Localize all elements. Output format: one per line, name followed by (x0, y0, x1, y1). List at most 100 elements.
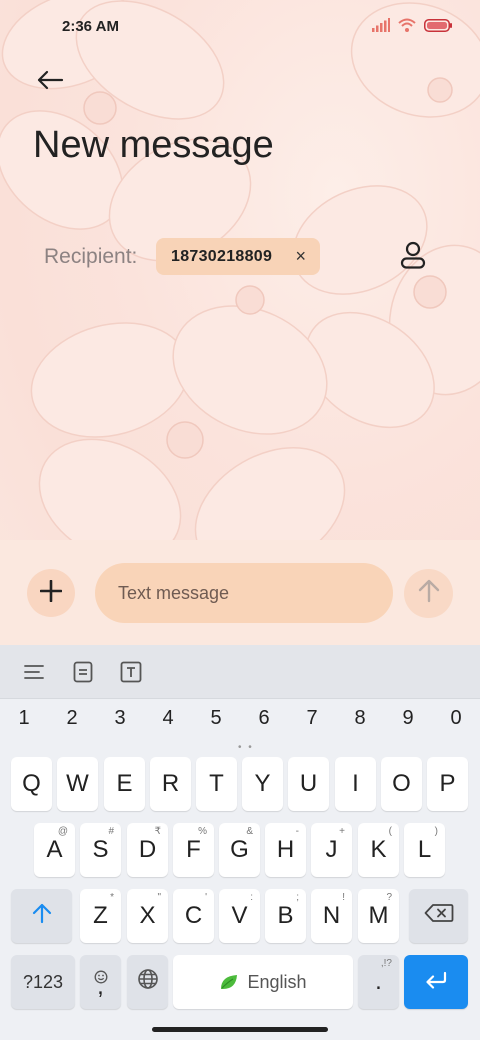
key-label: H (276, 836, 295, 863)
number-key-9[interactable]: 9 (393, 707, 423, 730)
key-symbol-hint: @ (57, 826, 68, 837)
key-q[interactable]: Q (11, 757, 52, 811)
key-f[interactable]: % F (173, 823, 214, 877)
key-symbol-hint: % (198, 826, 207, 837)
key-z[interactable]: * Z (80, 889, 121, 943)
contact-person-icon (400, 241, 426, 274)
number-key-2[interactable]: 2 (57, 707, 87, 730)
key-c[interactable]: ' C (173, 889, 214, 943)
key-label: U (299, 770, 318, 797)
page-title: New message (33, 124, 274, 166)
key-p[interactable]: P (427, 757, 468, 811)
backspace-icon (424, 902, 454, 930)
send-arrow-icon (418, 579, 440, 608)
back-arrow-icon (36, 69, 64, 96)
key-symbol-hint: - (295, 826, 299, 837)
key-symbol-hint: ( (388, 826, 392, 837)
number-key-8[interactable]: 8 (345, 707, 375, 730)
key-label: F (186, 836, 201, 863)
key-label: R (161, 770, 180, 797)
key-symbol-hint: ! (342, 892, 345, 903)
period-key[interactable]: ,!? . (358, 955, 399, 1009)
key-w[interactable]: W (57, 757, 98, 811)
key-r[interactable]: R (150, 757, 191, 811)
key-label: O (392, 770, 411, 797)
text-format-icon[interactable] (119, 660, 143, 684)
number-key-1[interactable]: 1 (9, 707, 39, 730)
wifi-icon (398, 18, 416, 37)
clipboard-icon[interactable] (71, 660, 95, 684)
key-label: S (92, 836, 109, 863)
key-label: Z (93, 902, 108, 929)
key-symbol-hint: ,!? (380, 958, 392, 969)
key-h[interactable]: -H (265, 823, 306, 877)
key-label: M (368, 902, 389, 929)
recipient-chip[interactable]: 18730218809 × (156, 238, 320, 275)
key-label: G (230, 836, 249, 863)
key-label: ?123 (22, 971, 64, 992)
language-key[interactable] (127, 955, 168, 1009)
key-label: T (209, 770, 224, 797)
key-symbol-hint: ₹ (154, 826, 161, 837)
key-l[interactable]: ) L (404, 823, 445, 877)
number-key-6[interactable]: 6 (249, 707, 279, 730)
key-k[interactable]: (K (358, 823, 399, 877)
key-label: D (138, 836, 157, 863)
recipient-label: Recipient: (44, 245, 138, 268)
key-o[interactable]: O (381, 757, 422, 811)
key-x[interactable]: " X (127, 889, 168, 943)
key-symbol-hint: ) (434, 826, 438, 837)
key-s[interactable]: # S (80, 823, 121, 877)
status-icons (372, 18, 452, 37)
enter-arrow-icon (424, 968, 448, 996)
message-input[interactable] (95, 563, 393, 623)
key-symbol-hint: ? (386, 892, 392, 903)
symbols-key[interactable]: ?123 (11, 955, 75, 1009)
remove-recipient-icon[interactable]: × (295, 246, 306, 267)
key-symbol-hint: ' (205, 892, 207, 903)
key-e[interactable]: E (104, 757, 145, 811)
key-g[interactable]: & G (219, 823, 260, 877)
space-key[interactable]: English (173, 955, 353, 1009)
back-button[interactable] (30, 62, 70, 102)
key-y[interactable]: Y (242, 757, 283, 811)
key-j[interactable]: + J (311, 823, 352, 877)
backspace-key[interactable] (409, 889, 468, 943)
shift-key[interactable] (11, 889, 72, 943)
key-n[interactable]: ! N (311, 889, 352, 943)
enter-key[interactable] (404, 955, 468, 1009)
key-label: X (139, 902, 156, 929)
key-label: C (184, 902, 203, 929)
number-key-3[interactable]: 3 (105, 707, 135, 730)
key-i[interactable]: I (335, 757, 376, 811)
key-label: Y (254, 770, 271, 797)
key-symbol-hint: ; (296, 892, 299, 903)
key-u[interactable]: U (288, 757, 329, 811)
number-key-7[interactable]: 7 (297, 707, 327, 730)
globe-icon (137, 968, 159, 997)
keyboard: 1 2 3 4 5 6 7 8 9 0 • • Q W E R T Y U I … (0, 645, 480, 1040)
number-key-0[interactable]: 0 (441, 707, 471, 730)
keyboard-toolbar (0, 645, 480, 699)
send-button[interactable] (404, 569, 453, 618)
number-key-5[interactable]: 5 (201, 707, 231, 730)
key-m[interactable]: ? M (358, 889, 399, 943)
key-t[interactable]: T (196, 757, 237, 811)
key-a[interactable]: @ A (34, 823, 75, 877)
key-label: K (370, 836, 387, 863)
key-label: . (375, 968, 382, 995)
contact-picker-button[interactable] (396, 240, 430, 274)
key-label: J (325, 836, 338, 863)
number-key-4[interactable]: 4 (153, 707, 183, 730)
key-v[interactable]: :V (219, 889, 260, 943)
key-b[interactable]: ; B (265, 889, 306, 943)
key-symbol-hint: + (339, 826, 345, 837)
add-attachment-button[interactable] (27, 569, 75, 617)
leaf-icon (219, 973, 239, 991)
home-indicator[interactable] (152, 1027, 328, 1032)
comma-emoji-key[interactable]: , (80, 955, 121, 1009)
menu-lines-icon[interactable] (22, 660, 46, 684)
key-symbol-hint: : (250, 892, 253, 903)
number-row: 1 2 3 4 5 6 7 8 9 0 (0, 707, 480, 737)
key-d[interactable]: ₹ D (127, 823, 168, 877)
